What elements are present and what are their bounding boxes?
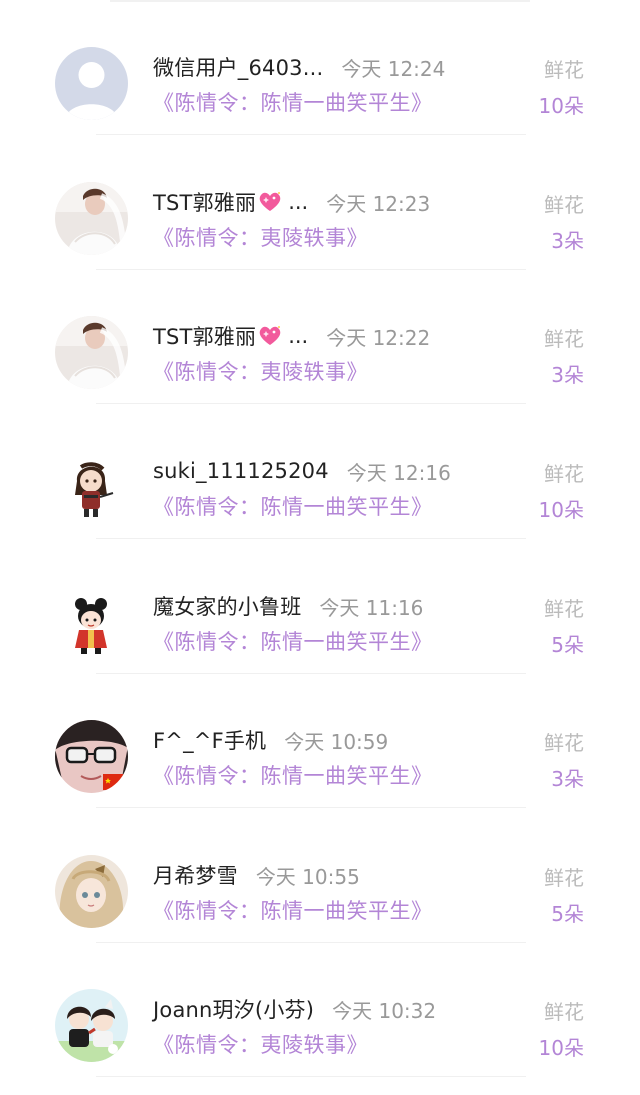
sparkling-heart-icon xyxy=(258,191,282,213)
name-line: F^_^F手机 今天 10:59 xyxy=(153,723,388,757)
chibi-character-avatar-icon[interactable] xyxy=(55,451,128,524)
gift-type-label: 鲜花 xyxy=(544,193,584,217)
gift-type-label: 鲜花 xyxy=(544,731,584,755)
name-ellipsis: ... xyxy=(288,324,309,348)
username[interactable]: TST郭雅丽 xyxy=(153,187,256,217)
book-title-link[interactable]: 《陈情令：夷陵轶事》 xyxy=(153,356,368,386)
timestamp: 今天 10:55 xyxy=(255,864,360,889)
name-line: Joann玥汐(小芬) 今天 10:32 xyxy=(153,992,436,1026)
list-item[interactable]: TST郭雅丽 ... 今天 12:22 《陈情令：夷陵轶事》 鲜花 3朵 xyxy=(0,269,640,404)
timestamp: 今天 12:23 xyxy=(326,191,431,216)
book-title-link[interactable]: 《陈情令：陈情一曲笑平生》 xyxy=(153,760,433,790)
bride-photo-avatar-icon[interactable] xyxy=(55,316,128,389)
anime-duo-avatar-icon[interactable] xyxy=(55,989,128,1062)
list-item[interactable]: 魔女家的小鲁班 今天 11:16 《陈情令：陈情一曲笑平生》 鲜花 5朵 xyxy=(0,539,640,674)
list-item[interactable]: Joann玥汐(小芬) 今天 10:32 《陈情令：夷陵轶事》 鲜花 10朵 xyxy=(0,942,640,1077)
timestamp: 今天 11:16 xyxy=(319,595,424,620)
list-item[interactable]: F^_^F手机 今天 10:59 《陈情令：陈情一曲笑平生》 鲜花 3朵 xyxy=(0,673,640,808)
timestamp: 今天 10:59 xyxy=(284,729,389,754)
name-line: 月希梦雪 今天 10:55 xyxy=(153,858,360,892)
gift-count: 10朵 xyxy=(538,1036,584,1060)
girl-glasses-avatar-icon[interactable] xyxy=(55,720,128,793)
username[interactable]: 魔女家的小鲁班 xyxy=(153,591,301,621)
sparkling-heart-icon xyxy=(258,325,282,347)
gift-count: 10朵 xyxy=(538,94,584,118)
book-title-link[interactable]: 《陈情令：陈情一曲笑平生》 xyxy=(153,87,433,117)
gift-count: 5朵 xyxy=(551,902,584,926)
timestamp: 今天 12:24 xyxy=(341,56,446,81)
default-user-avatar-icon[interactable] xyxy=(55,47,128,120)
username[interactable]: 微信用户_6403... xyxy=(153,52,323,82)
gift-count: 3朵 xyxy=(551,363,584,387)
chibi-girl-red-avatar-icon[interactable] xyxy=(55,586,128,659)
gift-count: 10朵 xyxy=(538,498,584,522)
name-line: TST郭雅丽 ... 今天 12:23 xyxy=(153,185,430,219)
gift-count: 3朵 xyxy=(551,229,584,253)
list-item[interactable]: 微信用户_6403... 今天 12:24 《陈情令：陈情一曲笑平生》 鲜花 1… xyxy=(0,0,640,135)
book-title-link[interactable]: 《陈情令：陈情一曲笑平生》 xyxy=(153,491,433,521)
username[interactable]: 月希梦雪 xyxy=(153,860,238,890)
bride-photo-avatar-icon[interactable] xyxy=(55,182,128,255)
gift-type-label: 鲜花 xyxy=(544,597,584,621)
name-ellipsis: ... xyxy=(288,190,309,214)
username[interactable]: F^_^F手机 xyxy=(153,725,266,755)
gift-type-label: 鲜花 xyxy=(544,327,584,351)
anime-girl-avatar-icon[interactable] xyxy=(55,855,128,928)
name-line: suki_111125204 今天 12:16 xyxy=(153,454,451,488)
name-line: 魔女家的小鲁班 今天 11:16 xyxy=(153,589,423,623)
book-title-link[interactable]: 《陈情令：陈情一曲笑平生》 xyxy=(153,626,433,656)
username[interactable]: TST郭雅丽 xyxy=(153,321,256,351)
gift-type-label: 鲜花 xyxy=(544,866,584,890)
name-line: 微信用户_6403... 今天 12:24 xyxy=(153,50,445,84)
gift-count: 5朵 xyxy=(551,633,584,657)
book-title-link[interactable]: 《陈情令：夷陵轶事》 xyxy=(153,222,368,252)
list-item[interactable]: 月希梦雪 今天 10:55 《陈情令：陈情一曲笑平生》 鲜花 5朵 xyxy=(0,808,640,943)
username[interactable]: Joann玥汐(小芬) xyxy=(153,994,314,1024)
timestamp: 今天 10:32 xyxy=(332,998,437,1023)
flower-gift-list: 微信用户_6403... 今天 12:24 《陈情令：陈情一曲笑平生》 鲜花 1… xyxy=(0,0,640,1095)
timestamp: 今天 12:22 xyxy=(326,325,431,350)
username[interactable]: suki_111125204 xyxy=(153,459,329,483)
gift-type-label: 鲜花 xyxy=(544,58,584,82)
book-title-link[interactable]: 《陈情令：夷陵轶事》 xyxy=(153,1029,368,1059)
gift-type-label: 鲜花 xyxy=(544,1000,584,1024)
gift-count: 3朵 xyxy=(551,767,584,791)
list-item[interactable]: suki_111125204 今天 12:16 《陈情令：陈情一曲笑平生》 鲜花… xyxy=(0,404,640,539)
book-title-link[interactable]: 《陈情令：陈情一曲笑平生》 xyxy=(153,895,433,925)
name-line: TST郭雅丽 ... 今天 12:22 xyxy=(153,319,430,353)
list-item[interactable]: TST郭雅丽 ... 今天 12:23 《陈情令：夷陵轶事》 鲜花 3朵 xyxy=(0,135,640,270)
timestamp: 今天 12:16 xyxy=(346,460,451,485)
gift-type-label: 鲜花 xyxy=(544,462,584,486)
row-divider xyxy=(96,1076,526,1077)
